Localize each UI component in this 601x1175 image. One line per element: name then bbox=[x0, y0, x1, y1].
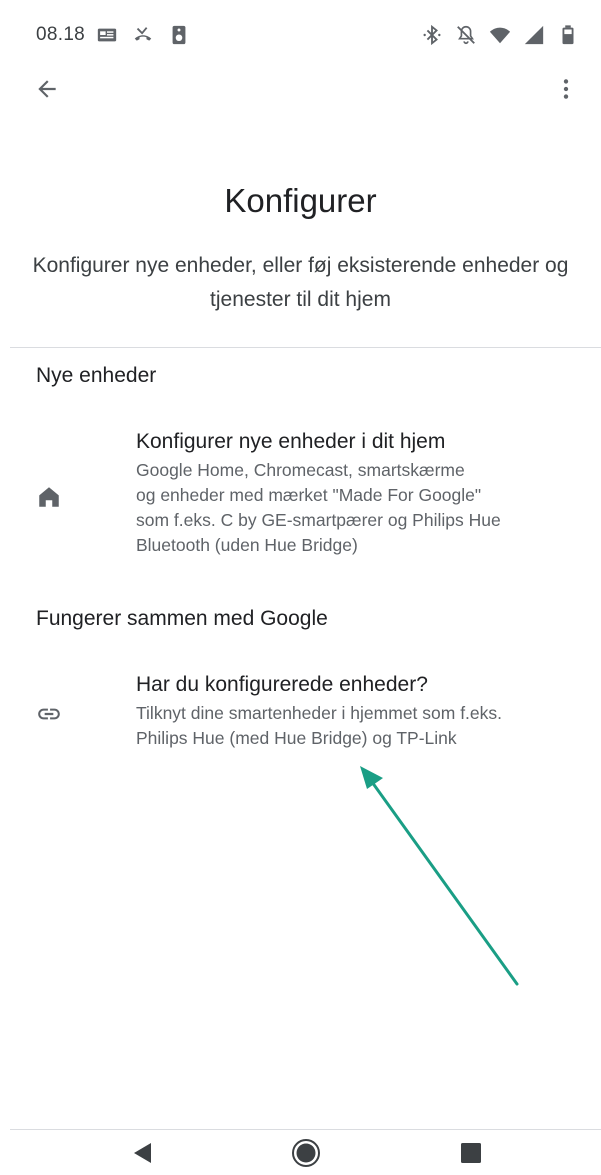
battery-icon bbox=[562, 25, 574, 45]
status-right-icons bbox=[421, 24, 579, 46]
more-vert-icon bbox=[563, 79, 569, 99]
item-description-line: og enheder med mærket "Made For Google" bbox=[136, 485, 482, 505]
item-title: Konfigurer nye enheder i dit hjem bbox=[136, 430, 446, 453]
item-text: Har du konfigurerede enheder? Tilknyt di… bbox=[136, 671, 581, 751]
nav-recents-icon bbox=[461, 1143, 481, 1163]
wifi-icon bbox=[489, 27, 511, 44]
nav-home-icon bbox=[292, 1139, 320, 1167]
missed-call-icon bbox=[134, 27, 152, 41]
item-description: Tilknyt dine smartenheder i hjemmet som … bbox=[136, 701, 581, 751]
item-description-line: som f.eks. C by GE-smartpærer og Philips… bbox=[136, 510, 501, 530]
navigation-bar bbox=[0, 1130, 601, 1175]
bluetooth-icon bbox=[423, 24, 441, 46]
item-description-line: Bluetooth (uden Hue Bridge) bbox=[136, 535, 358, 555]
item-description-line: Google Home, Chromecast, smartskærme bbox=[136, 460, 465, 480]
item-description-line: Tilknyt dine smartenheder i hjemmet som … bbox=[136, 703, 503, 723]
nav-back-button[interactable] bbox=[127, 1138, 157, 1168]
page-title: Konfigurer bbox=[224, 182, 377, 219]
status-time: 08.18 bbox=[36, 24, 86, 45]
nav-back-icon bbox=[134, 1143, 151, 1163]
page-subtitle-line: Konfigurer nye enheder, eller føj eksist… bbox=[32, 254, 569, 277]
app-bar bbox=[0, 64, 601, 114]
home-icon bbox=[36, 484, 62, 510]
link-icon bbox=[36, 701, 62, 727]
status-left-icons bbox=[96, 24, 190, 46]
status-bar: 08.18 bbox=[0, 0, 601, 64]
item-description-line: Philips Hue (med Hue Bridge) og TP-Link bbox=[136, 728, 457, 748]
arrow-back-icon bbox=[38, 80, 56, 98]
mute-icon bbox=[457, 25, 475, 45]
item-description: Google Home, Chromecast, smartskærme og … bbox=[136, 458, 581, 558]
section-header-works-with-google: Fungerer sammen med Google bbox=[36, 607, 328, 630]
section-header-new-devices: Nye enheder bbox=[36, 364, 157, 387]
back-button[interactable] bbox=[30, 72, 64, 106]
signal-icon bbox=[524, 25, 544, 45]
works-with-google-item[interactable]: Har du konfigurerede enheder? Tilknyt di… bbox=[0, 671, 601, 763]
more-options-button[interactable] bbox=[549, 72, 583, 106]
news-icon bbox=[97, 28, 117, 42]
divider bbox=[10, 347, 601, 348]
nav-recents-button[interactable] bbox=[456, 1138, 486, 1168]
annotation-arrow bbox=[360, 766, 519, 986]
nav-home-button[interactable] bbox=[291, 1138, 321, 1168]
item-title: Har du konfigurerede enheder? bbox=[136, 673, 428, 696]
setup-new-devices-item[interactable]: Konfigurer nye enheder i dit hjem Google… bbox=[0, 428, 601, 576]
page-subtitle-line: tjenester til dit hjem bbox=[210, 288, 391, 311]
speaker-icon bbox=[172, 25, 186, 45]
page-subtitle: Konfigurer nye enheder, eller føj eksist… bbox=[0, 249, 601, 317]
item-text: Konfigurer nye enheder i dit hjem Google… bbox=[136, 428, 581, 558]
